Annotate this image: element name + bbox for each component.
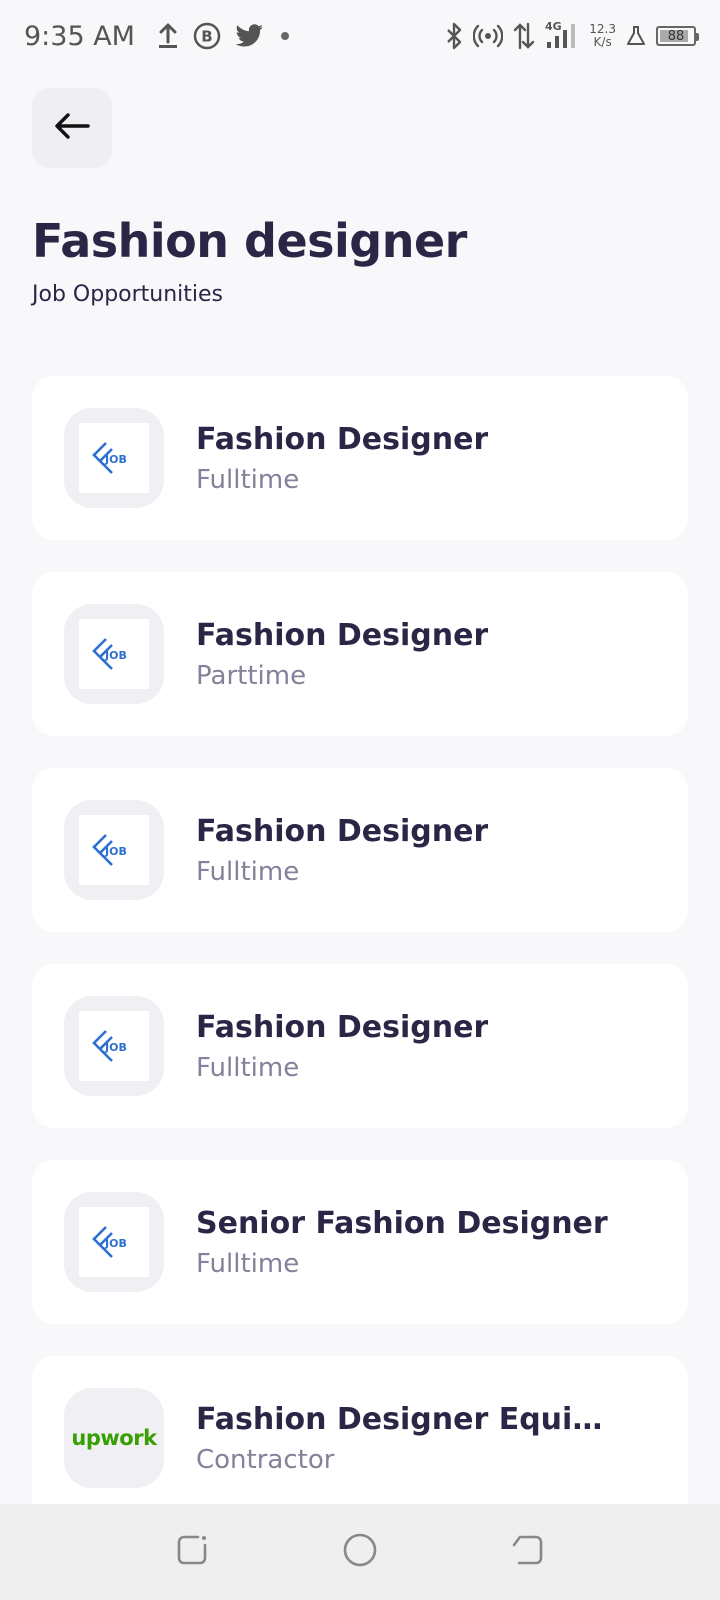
job-text: Fashion Designer Parttime: [196, 618, 488, 691]
job-card[interactable]: upwork Fashion Designer Equity o... Cont…: [32, 1356, 688, 1520]
upwork-logo: upwork: [71, 1426, 157, 1450]
job-logo-icon: JOB: [79, 1011, 149, 1081]
job-logo-icon: JOB: [79, 619, 149, 689]
recent-apps-button[interactable]: [169, 1528, 217, 1576]
company-logo: JOB: [64, 604, 164, 704]
page-subtitle: Job Opportunities: [32, 282, 224, 307]
job-card[interactable]: JOB Fashion Designer Parttime: [32, 572, 688, 736]
job-text: Fashion Designer Fulltime: [196, 1010, 488, 1083]
company-logo: JOB: [64, 1192, 164, 1292]
arrow-left-icon: [54, 112, 90, 144]
company-logo: upwork: [64, 1388, 164, 1488]
job-text: Fashion Designer Fulltime: [196, 422, 488, 495]
network-type-label: 4G: [545, 20, 562, 33]
job-card[interactable]: JOB Fashion Designer Fulltime: [32, 376, 688, 540]
job-text: Senior Fashion Designer Fulltime: [196, 1206, 608, 1279]
bluetooth-icon: [445, 22, 463, 50]
signal-icon: 4G: [545, 20, 579, 52]
job-logo-icon: JOB: [79, 423, 149, 493]
svg-text:B: B: [201, 28, 212, 46]
job-list: JOB Fashion Designer Fulltime JOB Fashio…: [32, 376, 688, 1520]
home-button[interactable]: [336, 1528, 384, 1576]
job-title: Fashion Designer: [196, 1009, 489, 1045]
status-right: 4G 12.3 K/s 88: [445, 20, 699, 52]
battery-icon: 88: [656, 26, 699, 46]
job-card[interactable]: JOB Fashion Designer Fulltime: [32, 964, 688, 1128]
company-logo: JOB: [64, 996, 164, 1096]
job-type: Fulltime: [196, 464, 300, 495]
job-card[interactable]: JOB Fashion Designer Fulltime: [32, 768, 688, 932]
job-title: Fashion Designer: [196, 813, 489, 849]
hotspot-icon: [473, 23, 504, 49]
svg-text:JOB: JOB: [104, 453, 127, 466]
page-title: Fashion designer: [32, 214, 467, 268]
job-type: Fulltime: [196, 856, 300, 887]
company-logo: JOB: [64, 408, 164, 508]
home-icon: [342, 1532, 378, 1572]
data-arrows-icon: [513, 22, 535, 50]
flask-icon: [626, 25, 646, 47]
job-text: Fashion Designer Fulltime: [196, 814, 488, 887]
svg-text:JOB: JOB: [104, 1041, 127, 1054]
company-logo: JOB: [64, 800, 164, 900]
b-circle-icon: B: [193, 22, 221, 50]
dot-icon: [279, 30, 291, 42]
net-speed-unit: K/s: [593, 35, 612, 49]
job-type: Parttime: [196, 660, 307, 691]
job-logo-icon: JOB: [79, 1207, 149, 1277]
net-speed: 12.3 K/s: [589, 23, 616, 49]
job-type: Fulltime: [196, 1248, 300, 1279]
status-left: 9:35 AM B: [24, 21, 291, 52]
svg-text:JOB: JOB: [104, 1237, 127, 1250]
battery-level: 88: [667, 28, 685, 44]
system-back-button[interactable]: [503, 1528, 551, 1576]
job-title: Senior Fashion Designer: [196, 1205, 608, 1241]
job-title: Fashion Designer: [196, 421, 489, 457]
upload-icon: [157, 23, 179, 49]
recent-apps-icon: [176, 1533, 210, 1571]
status-time: 9:35 AM: [24, 20, 135, 52]
status-bar: 9:35 AM B 4G 12.3 K/s 88: [0, 0, 720, 72]
twitter-icon: [235, 23, 265, 49]
job-type: Contractor: [196, 1444, 335, 1475]
back-button[interactable]: [32, 88, 112, 168]
job-title: Fashion Designer: [196, 617, 489, 653]
system-nav-bar: [0, 1504, 720, 1600]
job-card[interactable]: JOB Senior Fashion Designer Fulltime: [32, 1160, 688, 1324]
job-logo-icon: JOB: [79, 815, 149, 885]
job-title: Fashion Designer Equity o...: [196, 1401, 616, 1437]
back-icon: [510, 1533, 544, 1571]
svg-text:JOB: JOB: [104, 845, 127, 858]
job-text: Fashion Designer Equity o... Contractor: [196, 1402, 616, 1475]
job-type: Fulltime: [196, 1052, 300, 1083]
svg-text:JOB: JOB: [104, 649, 127, 662]
